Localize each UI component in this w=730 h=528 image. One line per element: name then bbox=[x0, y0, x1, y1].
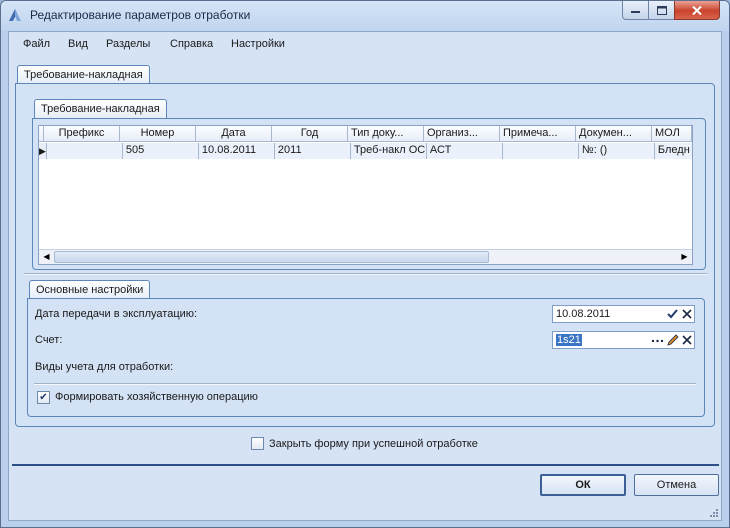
account-label: Счет: bbox=[35, 334, 63, 346]
inner-tab-panel: Префикс Номер Дата Год Тип доку... Орган… bbox=[32, 118, 706, 270]
table-row[interactable]: ▶ 505 10.08.2011 2011 Треб-накл ОС АСТ №… bbox=[39, 143, 692, 159]
grid-header: Префикс Номер Дата Год Тип доку... Орган… bbox=[39, 126, 692, 142]
title-bar[interactable]: Редактирование параметров отработки bbox=[1, 1, 729, 31]
close-form-checkbox[interactable] bbox=[251, 437, 264, 450]
table-cell[interactable]: №: () bbox=[579, 143, 655, 159]
table-cell[interactable]: 505 bbox=[123, 143, 199, 159]
column-header[interactable]: Организ... bbox=[424, 126, 500, 142]
window-title: Редактирование параметров отработки bbox=[30, 8, 251, 22]
edit-icon[interactable] bbox=[665, 332, 680, 348]
scrollbar-thumb[interactable] bbox=[54, 251, 489, 263]
app-icon bbox=[9, 9, 21, 21]
cancel-button[interactable]: Отмена bbox=[634, 474, 719, 496]
close-form-label[interactable]: Закрыть форму при успешной отработке bbox=[269, 438, 478, 450]
column-header[interactable]: Дата bbox=[196, 126, 272, 142]
maximize-icon bbox=[656, 5, 667, 15]
table-cell[interactable]: Бледн bbox=[655, 143, 692, 159]
ellipsis-icon[interactable] bbox=[650, 332, 665, 348]
minimize-button[interactable] bbox=[622, 1, 649, 20]
minimize-icon bbox=[631, 11, 640, 13]
row-indicator-icon: ▶ bbox=[39, 143, 47, 159]
divider bbox=[34, 383, 696, 385]
footer-divider bbox=[12, 464, 719, 466]
divider bbox=[24, 273, 708, 275]
ok-button[interactable]: ОК bbox=[540, 474, 626, 496]
form-operation-label[interactable]: Формировать хозяйственную операцию bbox=[55, 391, 258, 403]
date-value: 10.08.2011 bbox=[556, 308, 611, 320]
date-field[interactable]: 10.08.2011 bbox=[552, 305, 695, 323]
clear-icon[interactable] bbox=[680, 332, 695, 348]
menu-help[interactable]: Справка bbox=[170, 38, 213, 50]
table-cell[interactable]: 2011 bbox=[275, 143, 351, 159]
table-cell[interactable]: АСТ bbox=[427, 143, 503, 159]
table-cell[interactable]: 10.08.2011 bbox=[199, 143, 275, 159]
table-cell[interactable] bbox=[47, 143, 123, 159]
menu-sections[interactable]: Разделы bbox=[106, 38, 150, 50]
check-icon[interactable] bbox=[665, 306, 680, 322]
column-header[interactable]: Тип доку... bbox=[348, 126, 424, 142]
documents-grid[interactable]: Префикс Номер Дата Год Тип доку... Орган… bbox=[38, 125, 693, 265]
account-field[interactable]: 1s21 bbox=[552, 331, 695, 349]
form-operation-checkbox[interactable]: ✔ bbox=[37, 391, 50, 404]
settings-panel: Дата передачи в эксплуатацию: 10.08.2011… bbox=[27, 298, 705, 417]
account-value: 1s21 bbox=[556, 334, 582, 346]
scroll-right-icon[interactable]: ▶ bbox=[677, 250, 692, 264]
column-header[interactable]: Год bbox=[272, 126, 348, 142]
close-icon bbox=[692, 5, 702, 15]
horizontal-scrollbar[interactable]: ◀ ▶ bbox=[39, 249, 692, 264]
close-button[interactable] bbox=[674, 1, 720, 20]
column-header[interactable]: Примеча... bbox=[500, 126, 576, 142]
tab-main-settings[interactable]: Основные настройки bbox=[29, 280, 151, 300]
resize-grip-icon[interactable] bbox=[709, 508, 719, 518]
date-label: Дата передачи в эксплуатацию: bbox=[35, 308, 198, 320]
accounting-types-label: Виды учета для отработки: bbox=[35, 361, 174, 373]
menu-file[interactable]: Файл bbox=[23, 38, 50, 50]
tab-requisition-inner[interactable]: Требование-накладная bbox=[34, 99, 167, 119]
maximize-button[interactable] bbox=[648, 1, 675, 20]
main-window: Редактирование параметров отработки Файл… bbox=[0, 0, 730, 528]
tab-requisition-outer[interactable]: Требование-накладная bbox=[17, 65, 150, 85]
menu-settings[interactable]: Настройки bbox=[231, 38, 285, 50]
column-header[interactable]: Префикс bbox=[44, 126, 120, 142]
outer-tab-panel: Требование-накладная Префикс Номер Дата … bbox=[15, 83, 715, 427]
table-cell[interactable] bbox=[503, 143, 579, 159]
column-header[interactable]: МОЛ bbox=[652, 126, 692, 142]
column-header[interactable]: Номер bbox=[120, 126, 196, 142]
menu-view[interactable]: Вид bbox=[68, 38, 88, 50]
column-header[interactable]: Докумен... bbox=[576, 126, 652, 142]
menu-bar: Файл Вид Разделы Справка Настройки bbox=[9, 32, 721, 58]
client-area: Файл Вид Разделы Справка Настройки Требо… bbox=[8, 31, 722, 521]
clear-icon[interactable] bbox=[680, 306, 695, 322]
scroll-left-icon[interactable]: ◀ bbox=[39, 250, 54, 264]
table-cell[interactable]: Треб-накл ОС bbox=[351, 143, 427, 159]
